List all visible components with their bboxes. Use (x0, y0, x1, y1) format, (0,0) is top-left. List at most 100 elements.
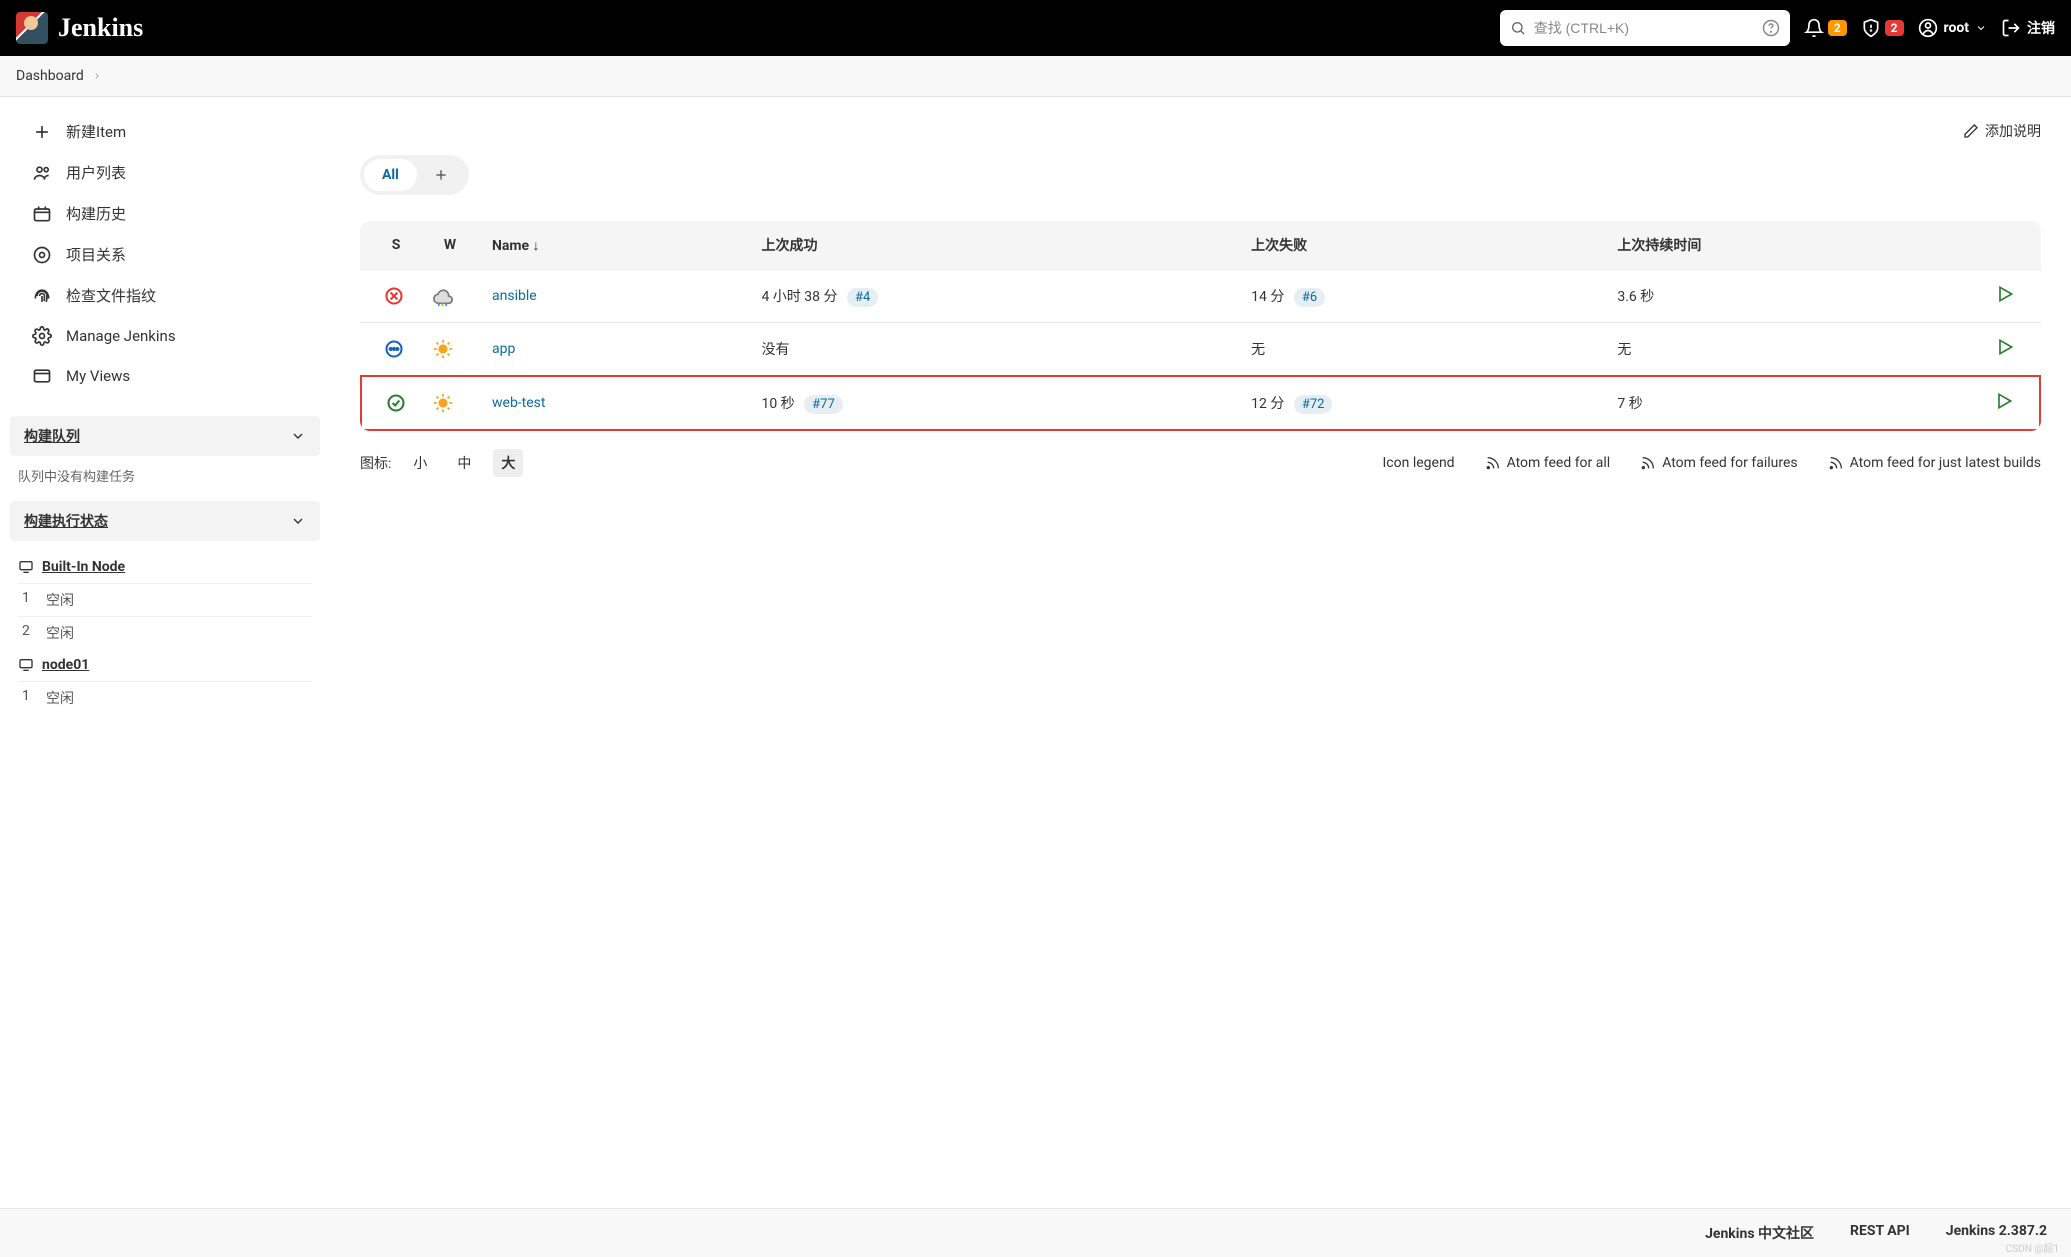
build-badge[interactable]: #72 (1294, 395, 1333, 414)
tab-all[interactable]: All (364, 159, 417, 191)
help-icon[interactable] (1762, 19, 1780, 37)
tab-add-button[interactable] (417, 161, 465, 189)
cell-duration: 3.6 秒 (1605, 269, 1981, 322)
icon-size-medium[interactable]: 中 (449, 449, 479, 477)
sidebar-item-label: Manage Jenkins (66, 327, 176, 345)
jenkins-logo-icon (16, 12, 48, 44)
search-input[interactable] (1534, 20, 1754, 36)
sidebar-item-label: 检查文件指纹 (66, 285, 156, 306)
plus-icon (433, 167, 449, 183)
add-description-button[interactable]: 添加说明 (1963, 121, 2041, 141)
col-name[interactable]: Name ↓ (480, 221, 749, 269)
executors-header[interactable]: 构建执行状态 (10, 501, 320, 541)
icon-size-small[interactable]: 小 (405, 449, 435, 477)
icon-size-picker: 图标: 小 中 大 (360, 449, 523, 477)
col-actions (1981, 221, 2041, 269)
job-link[interactable]: web-test (492, 395, 545, 411)
sidebar-item-label: 用户列表 (66, 162, 126, 183)
col-weather[interactable]: W (420, 221, 480, 269)
weather-cloud-icon (432, 285, 454, 307)
build-badge[interactable]: #4 (847, 288, 878, 307)
cell-weather (420, 322, 480, 375)
shield-icon (1861, 18, 1881, 38)
header-actions: 2 2 root 注销 (1804, 18, 2055, 38)
sidebar-item-build-history[interactable]: 构建历史 (10, 193, 320, 234)
play-icon (1994, 391, 2014, 411)
build-badge[interactable]: #6 (1294, 288, 1325, 307)
logout-button[interactable]: 注销 (2001, 18, 2055, 38)
atom-latest-label: Atom feed for just latest builds (1850, 455, 2041, 471)
cell-last-success: 4 小时 38 分 #4 (749, 269, 1239, 322)
run-button[interactable] (1994, 391, 2014, 411)
rss-icon (1828, 455, 1844, 471)
sidebar-item-my-views[interactable]: My Views (10, 356, 320, 396)
icon-legend-link[interactable]: Icon legend (1383, 455, 1455, 471)
sidebar-item-new-item[interactable]: 新建Item (10, 111, 320, 152)
footer-community[interactable]: Jenkins 中文社区 (1705, 1223, 1814, 1243)
run-button[interactable] (1995, 284, 2015, 304)
logo[interactable]: Jenkins (16, 12, 143, 44)
sidebar: 新建Item 用户列表 构建历史 项目关系 检查文件指纹 Manage Jenk… (0, 97, 330, 724)
sidebar-item-people[interactable]: 用户列表 (10, 152, 320, 193)
atom-all-link[interactable]: Atom feed for all (1485, 455, 1611, 471)
table-row: web-test 10 秒 #77 12 分 #72 7 秒 (360, 375, 2041, 431)
atom-fail-link[interactable]: Atom feed for failures (1640, 455, 1797, 471)
chevron-down-icon (1975, 22, 1987, 34)
cell-status (360, 322, 420, 375)
fingerprint-icon (32, 286, 52, 306)
chevron-down-icon (290, 428, 306, 444)
security-button[interactable]: 2 (1861, 18, 1904, 38)
job-link[interactable]: ansible (492, 288, 537, 304)
user-menu[interactable]: root (1918, 18, 1987, 38)
relation-icon (32, 245, 52, 265)
icon-size-label: 图标: (360, 453, 391, 473)
footer-rest-api[interactable]: REST API (1850, 1223, 1910, 1243)
col-last-failure[interactable]: 上次失败 (1239, 221, 1605, 269)
atom-fail-label: Atom feed for failures (1662, 455, 1797, 471)
build-badge[interactable]: #77 (804, 395, 843, 414)
edit-icon (1963, 123, 1979, 139)
table-row: ansible 4 小时 38 分 #4 14 分 #6 3.6 秒 (360, 269, 2041, 322)
notifications-button[interactable]: 2 (1804, 18, 1847, 38)
atom-all-label: Atom feed for all (1507, 455, 1611, 471)
cell-name: ansible (480, 269, 749, 322)
cell-duration: 7 秒 (1605, 375, 1981, 431)
slot-number: 2 (22, 623, 38, 643)
search-icon (1510, 20, 1526, 36)
atom-latest-link[interactable]: Atom feed for just latest builds (1828, 455, 2041, 471)
rss-icon (1485, 455, 1501, 471)
node-builtin[interactable]: Built-In Node (18, 551, 312, 583)
sidebar-item-project-rel[interactable]: 项目关系 (10, 234, 320, 275)
table-header-row: S W Name ↓ 上次成功 上次失败 上次持续时间 (360, 221, 2041, 269)
sidebar-item-label: 项目关系 (66, 244, 126, 265)
col-duration[interactable]: 上次持续时间 (1605, 221, 1981, 269)
status-running-icon (384, 339, 404, 359)
search-box[interactable] (1500, 10, 1790, 46)
slot-state: 空闲 (46, 688, 74, 708)
table-footer: 图标: 小 中 大 Icon legend Atom feed for all … (360, 431, 2041, 495)
job-link[interactable]: app (492, 341, 515, 357)
sidebar-item-fingerprint[interactable]: 检查文件指纹 (10, 275, 320, 316)
sidebar-item-manage[interactable]: Manage Jenkins (10, 316, 320, 356)
cell-last-failure: 12 分 #72 (1239, 375, 1605, 431)
table-row: app 没有 无 无 (360, 322, 2041, 375)
logout-icon (2001, 18, 2021, 38)
node-node01[interactable]: node01 (18, 649, 312, 681)
icon-size-large[interactable]: 大 (493, 449, 523, 477)
breadcrumb-dashboard[interactable]: Dashboard (16, 68, 84, 84)
cell-name: app (480, 322, 749, 375)
logout-label: 注销 (2027, 18, 2055, 38)
sidebar-nav: 新建Item 用户列表 构建历史 项目关系 检查文件指纹 Manage Jenk… (0, 97, 330, 410)
sidebar-item-label: My Views (66, 367, 130, 385)
col-status[interactable]: S (360, 221, 420, 269)
run-button[interactable] (1995, 337, 2015, 357)
play-icon (1995, 284, 2015, 304)
node-name: node01 (42, 657, 89, 673)
executor-slot: 1 空闲 (18, 681, 312, 714)
notif-badge: 2 (1828, 20, 1847, 36)
slot-state: 空闲 (46, 590, 74, 610)
queue-empty-text: 队列中没有构建任务 (18, 470, 135, 485)
col-last-success[interactable]: 上次成功 (749, 221, 1239, 269)
plus-icon (32, 122, 52, 142)
build-queue-header[interactable]: 构建队列 (10, 416, 320, 456)
